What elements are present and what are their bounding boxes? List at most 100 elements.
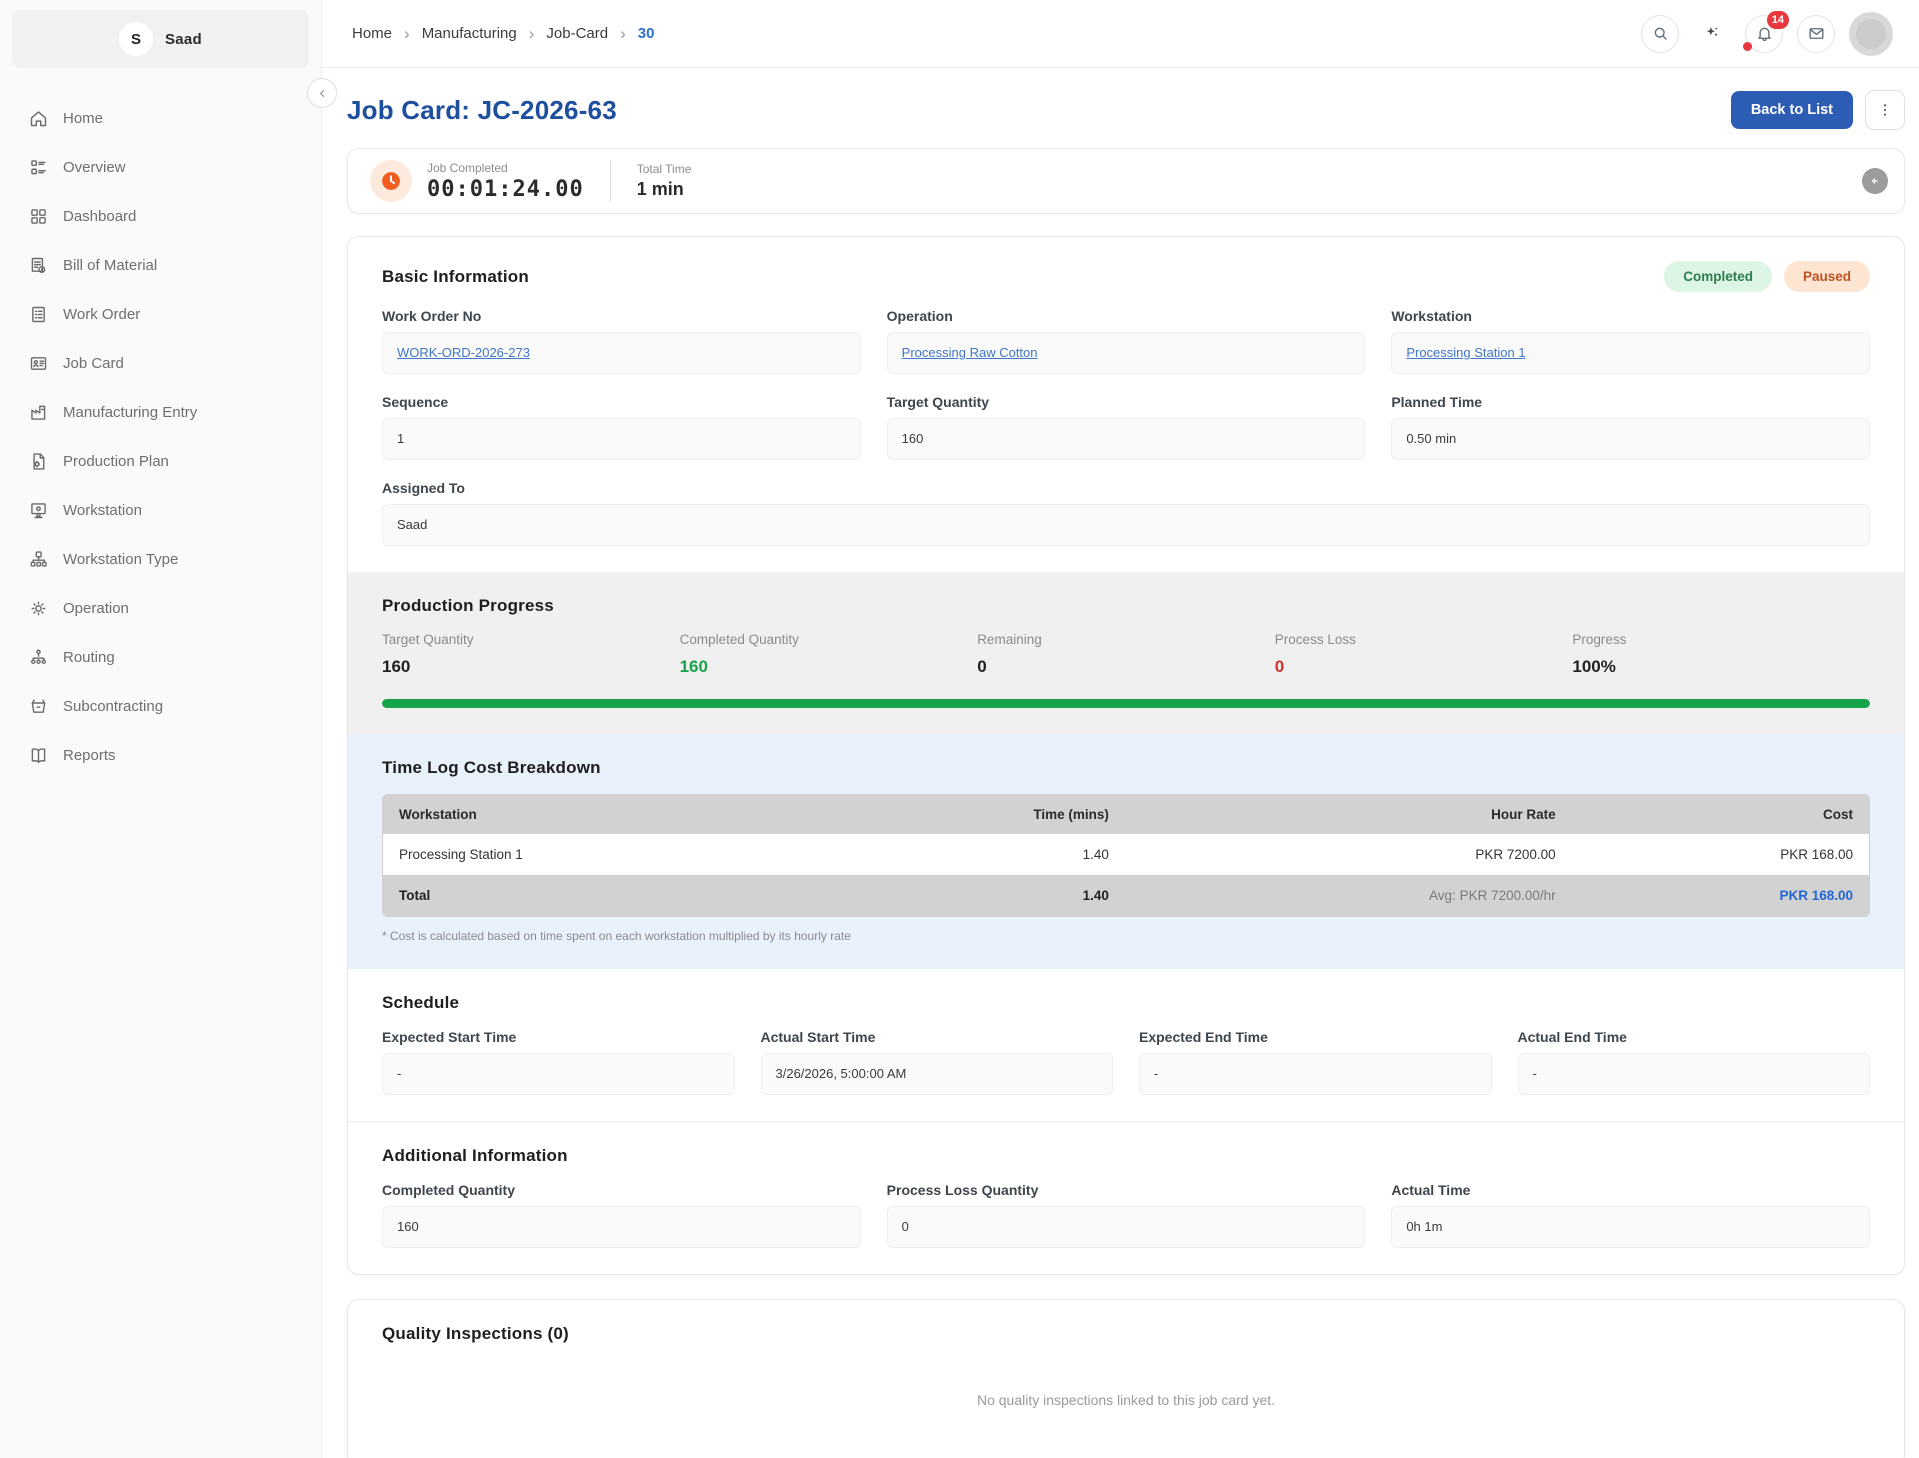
sidebar-item-job-card[interactable]: Job Card	[12, 339, 309, 388]
breadcrumb: Home › Manufacturing › Job-Card › 30	[352, 24, 654, 44]
field-label: Work Order No	[382, 308, 861, 324]
field-label: Actual Time	[1391, 1182, 1870, 1198]
field-expected-end: Expected End Time -	[1139, 1029, 1492, 1095]
work-order-icon	[28, 304, 49, 325]
user-avatar: S	[119, 22, 153, 56]
field-label: Operation	[887, 308, 1366, 324]
time-log-table-wrap: Workstation Time (mins) Hour Rate Cost P…	[382, 794, 1870, 917]
sidebar-item-routing[interactable]: Routing	[12, 633, 309, 682]
target-quantity-value: 160	[887, 418, 1366, 460]
total-time: 1.40	[822, 875, 1125, 916]
sidebar-item-work-order[interactable]: Work Order	[12, 290, 309, 339]
field-label: Expected End Time	[1139, 1029, 1492, 1045]
field-label: Workstation	[1391, 308, 1870, 324]
sequence-value: 1	[382, 418, 861, 460]
basic-information-title: Basic Information	[382, 267, 529, 287]
sidebar-collapse-button[interactable]	[307, 78, 337, 108]
col-hour-rate: Hour Rate	[1125, 795, 1572, 834]
total-time-value: 1 min	[637, 179, 692, 200]
breadcrumb-home[interactable]: Home	[352, 25, 392, 42]
stat-value: 0	[1275, 657, 1573, 677]
table-total-row: Total 1.40 Avg: PKR 7200.00/hr PKR 168.0…	[383, 875, 1869, 916]
sidebar-item-workstation-type[interactable]: Workstation Type	[12, 535, 309, 584]
sidebar-item-bill-of-material[interactable]: Bill of Material	[12, 241, 309, 290]
page-content: Job Card: JC-2026-63 Back to List Job Co…	[322, 68, 1919, 1458]
chevron-left-icon	[316, 87, 329, 100]
back-to-list-button[interactable]: Back to List	[1731, 91, 1853, 129]
breadcrumb-separator: ›	[529, 24, 535, 44]
sidebar-user-header[interactable]: S Saad	[12, 10, 309, 68]
profile-avatar[interactable]	[1849, 12, 1893, 56]
breadcrumb-current: 30	[638, 25, 655, 42]
time-log-title: Time Log Cost Breakdown	[382, 758, 1870, 778]
total-avg-rate: Avg: PKR 7200.00/hr	[1125, 875, 1572, 916]
field-expected-start: Expected Start Time -	[382, 1029, 735, 1095]
dashboard-icon	[28, 206, 49, 227]
sidebar-item-subcontracting[interactable]: Subcontracting	[12, 682, 309, 731]
field-actual-start: Actual Start Time 3/26/2026, 5:00:00 AM	[761, 1029, 1114, 1095]
stat-label: Progress	[1572, 632, 1870, 647]
workstation-icon	[28, 500, 49, 521]
notifications-button[interactable]: 14	[1745, 15, 1783, 53]
time-log-section: Time Log Cost Breakdown Workstation Time…	[348, 734, 1904, 969]
topbar: Home › Manufacturing › Job-Card › 30 14	[322, 0, 1919, 68]
progress-bar-fill	[382, 699, 1870, 708]
user-name: Saad	[165, 31, 202, 48]
schedule-section: Schedule Expected Start Time - Actual St…	[348, 969, 1904, 1121]
time-log-table: Workstation Time (mins) Hour Rate Cost P…	[383, 795, 1869, 916]
production-progress-title: Production Progress	[382, 596, 1870, 616]
ai-assistant-button[interactable]	[1693, 15, 1731, 53]
sidebar-item-overview[interactable]: Overview	[12, 143, 309, 192]
stat-value: 160	[680, 657, 978, 677]
timer-collapse-button[interactable]	[1862, 168, 1888, 194]
sidebar-item-production-plan[interactable]: Production Plan	[12, 437, 309, 486]
total-cost: PKR 168.00	[1572, 875, 1869, 916]
kebab-menu-icon	[1877, 102, 1893, 118]
timer-label: Job Completed	[427, 161, 584, 175]
workstation-link[interactable]: Processing Station 1	[1406, 345, 1525, 360]
stat-target-quantity: Target Quantity 160	[382, 632, 680, 677]
work-order-link[interactable]: WORK-ORD-2026-273	[397, 345, 530, 360]
completed-quantity-value: 160	[382, 1206, 861, 1248]
breadcrumb-job-card[interactable]: Job-Card	[546, 25, 608, 42]
field-label: Actual End Time	[1518, 1029, 1871, 1045]
breadcrumb-manufacturing[interactable]: Manufacturing	[422, 25, 517, 42]
stat-value: 0	[977, 657, 1275, 677]
arrow-left-icon	[1868, 174, 1882, 188]
overview-icon	[28, 157, 49, 178]
field-planned-time: Planned Time 0.50 min	[1391, 394, 1870, 460]
stat-value: 160	[382, 657, 680, 677]
status-badges: Completed Paused	[1664, 261, 1870, 292]
sidebar-item-label: Subcontracting	[63, 698, 163, 715]
reports-icon	[28, 745, 49, 766]
field-work-order: Work Order No WORK-ORD-2026-273	[382, 308, 861, 374]
field-sequence: Sequence 1	[382, 394, 861, 460]
messages-button[interactable]	[1797, 15, 1835, 53]
planned-time-value: 0.50 min	[1391, 418, 1870, 460]
title-row: Job Card: JC-2026-63 Back to List	[347, 90, 1905, 130]
notification-dot	[1743, 42, 1752, 51]
sidebar-item-label: Overview	[63, 159, 126, 176]
sidebar-item-dashboard[interactable]: Dashboard	[12, 192, 309, 241]
search-icon	[1651, 24, 1670, 43]
production-plan-icon	[28, 451, 49, 472]
sparkles-icon	[1703, 24, 1722, 43]
sidebar-item-workstation[interactable]: Workstation	[12, 486, 309, 535]
operation-link[interactable]: Processing Raw Cotton	[902, 345, 1038, 360]
total-time-label: Total Time	[637, 162, 692, 176]
sidebar-item-reports[interactable]: Reports	[12, 731, 309, 780]
more-options-button[interactable]	[1865, 90, 1905, 130]
sidebar-item-operation[interactable]: Operation	[12, 584, 309, 633]
search-button[interactable]	[1641, 15, 1679, 53]
app-root: S Saad Home Overview Dashboard Bill of M…	[0, 0, 1919, 1458]
sidebar-item-home[interactable]: Home	[12, 94, 309, 143]
sidebar: S Saad Home Overview Dashboard Bill of M…	[0, 0, 322, 1458]
sidebar-item-label: Work Order	[63, 306, 140, 323]
process-loss-quantity-value: 0	[887, 1206, 1366, 1248]
sidebar-item-label: Workstation Type	[63, 551, 178, 568]
sidebar-item-manufacturing-entry[interactable]: Manufacturing Entry	[12, 388, 309, 437]
total-label: Total	[383, 875, 822, 916]
col-workstation: Workstation	[383, 795, 822, 834]
field-assigned-to: Assigned To Saad	[382, 480, 1870, 546]
additional-information-section: Additional Information Completed Quantit…	[348, 1121, 1904, 1274]
